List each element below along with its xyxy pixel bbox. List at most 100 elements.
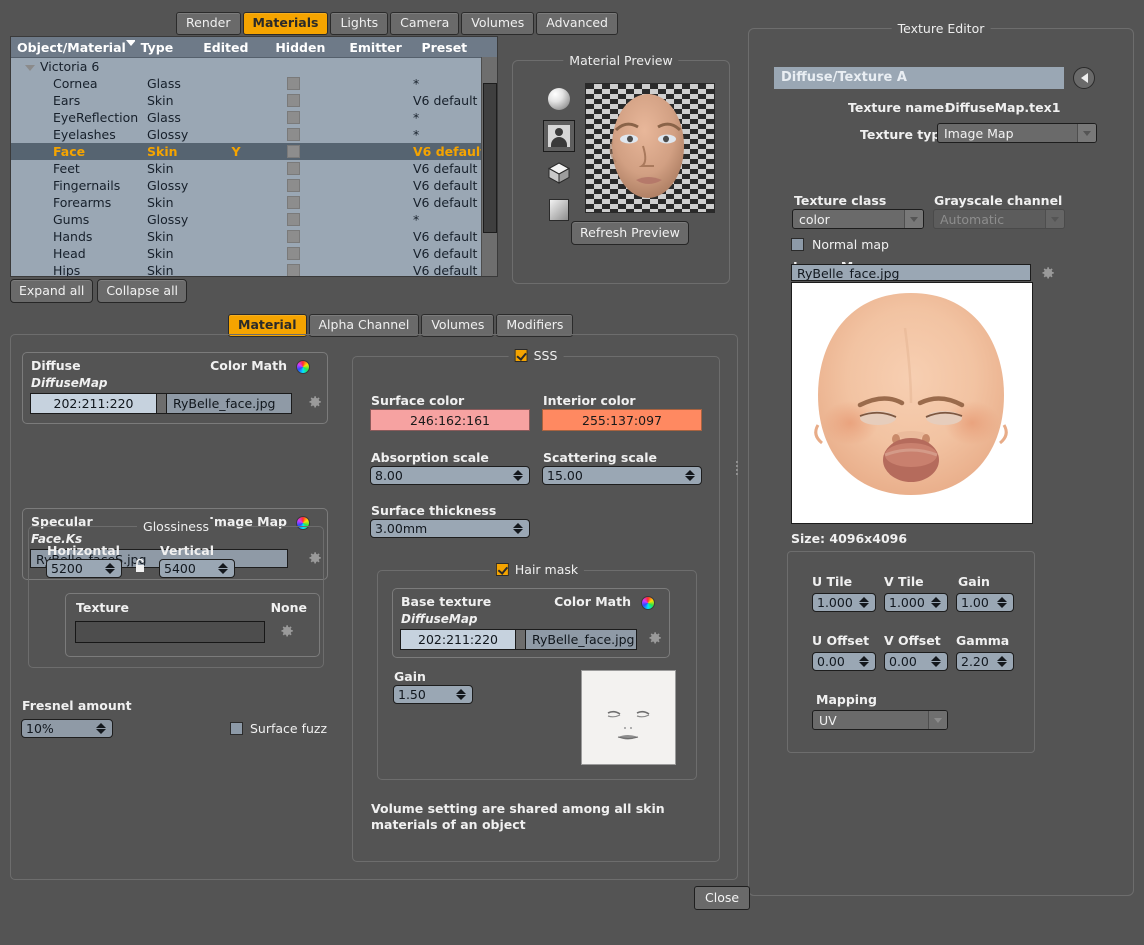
column-hidden[interactable]: Hidden xyxy=(269,40,343,55)
hair-mask-file-field[interactable]: RyBelle_face.jpg xyxy=(526,630,636,649)
expand-all-button[interactable]: Expand all xyxy=(10,279,94,303)
material-list[interactable]: Object/Material Type Edited Hidden Emitt… xyxy=(10,36,498,277)
bust-icon[interactable] xyxy=(543,120,575,152)
table-row[interactable]: Feet Skin V6 default xyxy=(11,160,497,177)
hidden-checkbox[interactable] xyxy=(287,247,300,260)
row-hidden-cell[interactable] xyxy=(271,162,343,175)
image-map-preview[interactable] xyxy=(791,282,1033,524)
stepper-arrows-icon[interactable] xyxy=(928,597,947,608)
tab-render[interactable]: Render xyxy=(176,12,241,35)
collapse-all-button[interactable]: Collapse all xyxy=(97,279,188,303)
scrollbar-thumb[interactable] xyxy=(483,83,497,233)
collapse-triangle-icon[interactable] xyxy=(25,64,35,71)
tab-camera[interactable]: Camera xyxy=(390,12,460,35)
plane-icon[interactable] xyxy=(543,194,575,226)
hair-mask-preview-image[interactable] xyxy=(581,670,676,765)
row-hidden-cell[interactable] xyxy=(271,264,343,276)
surface-fuzz-row[interactable]: Surface fuzz xyxy=(230,721,327,736)
tab-materials[interactable]: Materials xyxy=(242,12,329,35)
row-hidden-cell[interactable] xyxy=(271,128,343,141)
table-row[interactable]: Hips Skin V6 default xyxy=(11,262,497,276)
material-preview-image[interactable] xyxy=(585,83,715,213)
stepper-arrows-icon[interactable] xyxy=(510,470,529,481)
hidden-checkbox[interactable] xyxy=(287,145,300,158)
image-map-file-field[interactable]: RyBelle_face.jpg xyxy=(791,264,1031,281)
column-object-material[interactable]: Object/Material xyxy=(11,39,135,55)
stepper-arrows-icon[interactable] xyxy=(994,597,1013,608)
stepper-arrows-icon[interactable] xyxy=(856,656,875,667)
panel-splitter-handle[interactable] xyxy=(735,460,742,475)
row-hidden-cell[interactable] xyxy=(271,213,343,226)
row-hidden-cell[interactable] xyxy=(271,111,343,124)
refresh-preview-button[interactable]: Refresh Preview xyxy=(571,221,689,245)
table-row[interactable]: Eyelashes Glossy * xyxy=(11,126,497,143)
column-type[interactable]: Type xyxy=(135,40,198,55)
row-hidden-cell[interactable] xyxy=(271,230,343,243)
hidden-checkbox[interactable] xyxy=(287,196,300,209)
stepper-arrows-icon[interactable] xyxy=(215,563,234,574)
table-row[interactable]: Forearms Skin V6 default xyxy=(11,194,497,211)
glossiness-horizontal-stepper[interactable]: 5200 xyxy=(46,559,122,578)
glossiness-vertical-stepper[interactable]: 5400 xyxy=(159,559,235,578)
hair-mask-gain-stepper[interactable]: 1.50 xyxy=(393,685,473,704)
scattering-scale-stepper[interactable]: 15.00 xyxy=(542,466,702,485)
u-tile-stepper[interactable]: 1.000 xyxy=(812,593,876,612)
hair-mask-gear-icon[interactable] xyxy=(646,630,663,647)
mapping-select[interactable]: UV xyxy=(812,710,948,730)
stepper-arrows-icon[interactable] xyxy=(453,689,472,700)
diffuse-value-row[interactable]: 202:211:220 RyBelle_face.jpg xyxy=(30,393,292,414)
interior-color-swatch[interactable]: 255:137:097 xyxy=(542,409,702,431)
back-arrow-icon[interactable] xyxy=(1073,67,1095,89)
hair-mask-color-field[interactable]: 202:211:220 xyxy=(401,630,515,649)
cube-icon[interactable] xyxy=(543,157,575,189)
table-row[interactable]: Face Skin Y V6 default xyxy=(11,143,497,160)
texture-slot-field[interactable]: Diffuse/Texture A xyxy=(774,67,1064,89)
row-hidden-cell[interactable] xyxy=(271,145,343,158)
sss-title-row[interactable]: SSS xyxy=(508,348,564,363)
sss-checkbox[interactable] xyxy=(514,349,528,362)
table-row[interactable]: Hands Skin V6 default xyxy=(11,228,497,245)
hidden-checkbox[interactable] xyxy=(287,77,300,90)
table-row[interactable]: Victoria 6 xyxy=(11,58,497,75)
row-hidden-cell[interactable] xyxy=(271,196,343,209)
texture-type-select[interactable]: Image Map xyxy=(937,123,1097,143)
row-hidden-cell[interactable] xyxy=(271,179,343,192)
color-wheel-icon[interactable] xyxy=(296,360,310,374)
fresnel-amount-stepper[interactable]: 10% xyxy=(21,719,113,738)
diffuse-file-field[interactable]: RyBelle_face.jpg xyxy=(167,394,291,413)
table-row[interactable]: Gums Glossy * xyxy=(11,211,497,228)
image-map-gear-icon[interactable] xyxy=(1039,265,1056,282)
texture-class-select[interactable]: color xyxy=(792,209,924,229)
row-hidden-cell[interactable] xyxy=(271,77,343,90)
color-wheel-icon[interactable] xyxy=(641,596,655,610)
column-emitter[interactable]: Emitter xyxy=(343,40,415,55)
stepper-arrows-icon[interactable] xyxy=(928,656,947,667)
v-tile-stepper[interactable]: 1.000 xyxy=(884,593,948,612)
hidden-checkbox[interactable] xyxy=(287,94,300,107)
chevron-down-icon[interactable] xyxy=(1077,124,1096,142)
glossiness-texture-field[interactable] xyxy=(75,621,265,643)
hair-mask-checkbox[interactable] xyxy=(495,563,509,576)
chevron-down-icon[interactable] xyxy=(928,711,947,729)
stepper-arrows-icon[interactable] xyxy=(102,563,121,574)
column-preset[interactable]: Preset xyxy=(415,40,497,55)
hidden-checkbox[interactable] xyxy=(287,179,300,192)
chevron-down-icon[interactable] xyxy=(904,210,923,228)
diffuse-color-field[interactable]: 202:211:220 xyxy=(31,394,156,413)
gain-stepper[interactable]: 1.00 xyxy=(956,593,1014,612)
table-row[interactable]: Cornea Glass * xyxy=(11,75,497,92)
stepper-arrows-icon[interactable] xyxy=(682,470,701,481)
material-list-scrollbar[interactable] xyxy=(481,57,497,276)
tab-volumes[interactable]: Volumes xyxy=(461,12,535,35)
absorption-scale-stepper[interactable]: 8.00 xyxy=(370,466,530,485)
row-hidden-cell[interactable] xyxy=(271,247,343,260)
preview-shape-selector[interactable] xyxy=(543,83,577,231)
tab-advanced[interactable]: Advanced xyxy=(536,12,618,35)
u-offset-stepper[interactable]: 0.00 xyxy=(812,652,876,671)
hidden-checkbox[interactable] xyxy=(287,162,300,175)
close-button[interactable]: Close xyxy=(694,886,751,910)
column-edited[interactable]: Edited xyxy=(197,40,269,55)
stepper-arrows-icon[interactable] xyxy=(994,656,1013,667)
stepper-arrows-icon[interactable] xyxy=(510,523,529,534)
hidden-checkbox[interactable] xyxy=(287,128,300,141)
